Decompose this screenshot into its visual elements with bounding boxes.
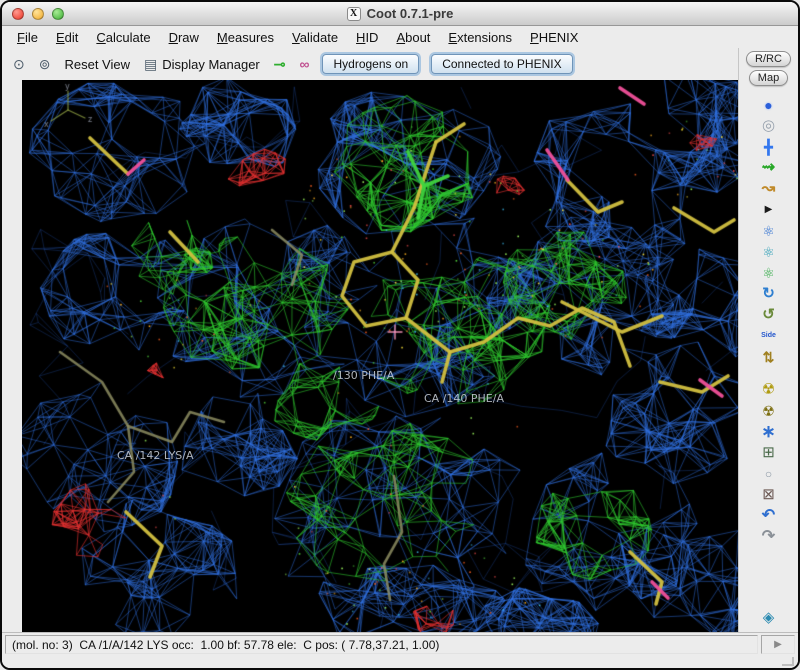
window-controls [12, 8, 64, 20]
torsion-general-icon[interactable]: ↺ [754, 304, 784, 325]
hydrogens-toggle-button[interactable]: Hydrogens on [322, 54, 419, 74]
canvas-row: /130 PHE/A CA /140 PHE/A CA /142 LYS/A [2, 80, 738, 632]
status-expander-button[interactable]: ▶ [761, 635, 795, 654]
menu-item-extensions[interactable]: Extensions [439, 28, 521, 47]
atom-label-phe130: /130 PHE/A [333, 369, 394, 382]
real-space-refine-icon[interactable]: ⇝ [754, 157, 784, 178]
display-manager-label: Display Manager [162, 57, 260, 72]
screenshot-icon: ◈ [763, 610, 775, 625]
menu-item-validate[interactable]: Validate [283, 28, 347, 47]
pointer-icon[interactable]: ▶ [754, 199, 784, 220]
coot-window: X Coot 0.7.1-pre File Edit Calculate Dra… [0, 0, 800, 670]
add-atom-icon[interactable]: ⊞ [754, 442, 784, 463]
add-alt-conf-icon[interactable]: ∗ [754, 421, 784, 442]
ligand-button[interactable]: ∞ [293, 54, 317, 74]
menu-item-phenix[interactable]: PHENIX [521, 28, 587, 47]
connected-to-phenix-button[interactable]: Connected to PHENIX [431, 54, 572, 74]
mutate-icon[interactable]: ☢ [754, 379, 784, 400]
undo-icon[interactable]: ↶ [754, 505, 784, 526]
content-area: ⊙ ⊚ Reset View ▤ Display Manager ⊸ ∞ Hyd… [2, 48, 798, 632]
zoom-button[interactable] [52, 8, 64, 20]
left-gutter [2, 80, 22, 632]
go-to-atom-icon: ⊸ [274, 57, 286, 71]
delete-item-icon[interactable]: ⊠ [754, 484, 784, 505]
menu-item-about[interactable]: About [387, 28, 439, 47]
map-button[interactable]: Map [749, 70, 788, 86]
reset-view-label: Reset View [64, 57, 130, 72]
modelling-toolbar: ● ◎ ╋ ⇝ ↝ ▶ ⚛ ⚛ [739, 94, 798, 632]
menu-item-file[interactable]: File [8, 28, 47, 47]
rrc-button[interactable]: R/RC [746, 51, 791, 67]
auto-fit-rotamer-icon[interactable]: ⚛ [754, 241, 784, 262]
expander-icon: ▶ [774, 639, 782, 650]
right-panel: R/RC Map ● ◎ ╋ ⇝ ↝ ▶ [738, 48, 798, 632]
close-button[interactable] [12, 8, 24, 20]
go-to-atom-button[interactable]: ⊸ [267, 54, 293, 74]
flip-peptide-icon[interactable]: ⇅ [754, 346, 784, 367]
main-toolbar: ⊙ ⊚ Reset View ▤ Display Manager ⊸ ∞ Hyd… [2, 48, 738, 80]
bottom-strip [2, 656, 798, 668]
rotamers-icon[interactable]: ⚛ [754, 262, 784, 283]
ligand-icon: ∞ [300, 57, 310, 71]
menu-item-hid[interactable]: HID [347, 28, 387, 47]
edit-chi-angles-icon[interactable]: ↻ [754, 283, 784, 304]
modelling-icons-main: ● ◎ ╋ ⇝ ↝ ▶ ⚛ ⚛ [754, 94, 784, 367]
reset-view-button[interactable]: Reset View [57, 54, 137, 75]
rotate-translate-icon[interactable]: ⚛ [754, 220, 784, 241]
atom-label-phe140: CA /140 PHE/A [424, 392, 504, 405]
menu-item-draw[interactable]: Draw [160, 28, 208, 47]
display-manager-icon: ▤ [144, 57, 157, 71]
redo-icon[interactable]: ↷ [754, 526, 784, 547]
window-title-area: X Coot 0.7.1-pre [2, 6, 798, 21]
wire-globe-icon[interactable]: ◎ [754, 115, 784, 136]
map-sphere-icon[interactable]: ● [754, 94, 784, 115]
gl-canvas[interactable] [22, 80, 738, 632]
window-title: Coot 0.7.1-pre [367, 6, 454, 21]
regularize-zone-icon[interactable]: ↝ [754, 178, 784, 199]
move-axes-icon[interactable]: ╋ [754, 136, 784, 157]
circled-dot-icon: ⊙ [13, 57, 25, 71]
simple-mutate-icon[interactable]: ☢ [754, 400, 784, 421]
menu-item-calculate[interactable]: Calculate [87, 28, 159, 47]
resize-grip[interactable] [782, 657, 794, 666]
find-waters-icon[interactable]: ○ [754, 463, 784, 484]
circled-dot-icon-button[interactable]: ⊙ [6, 54, 32, 74]
title-bar[interactable]: X Coot 0.7.1-pre [2, 2, 798, 26]
status-text: (mol. no: 3) CA /1/A/142 LYS occ: 1.00 b… [5, 635, 758, 654]
display-manager-button[interactable]: ▤ Display Manager [137, 54, 267, 75]
menu-bar: File Edit Calculate Draw Measures Valida… [2, 26, 798, 48]
modelling-icons-edit: ☢ ☢ ∗ ⊞ ○ ⊠ ↶ ↷ [754, 379, 784, 547]
circled-ring-icon: ⊚ [39, 57, 51, 71]
status-bar: (mol. no: 3) CA /1/A/142 LYS occ: 1.00 b… [2, 632, 798, 656]
atom-label-lys142: CA /142 LYS/A [117, 449, 194, 462]
x11-icon: X [347, 7, 361, 21]
gl-viewport: /130 PHE/A CA /140 PHE/A CA /142 LYS/A [22, 80, 738, 632]
menu-item-measures[interactable]: Measures [208, 28, 283, 47]
minimize-button[interactable] [32, 8, 44, 20]
main-column: ⊙ ⊚ Reset View ▤ Display Manager ⊸ ∞ Hyd… [2, 48, 738, 632]
screenshot-icon-button[interactable]: ◈ [754, 607, 784, 628]
circled-ring-icon-button[interactable]: ⊚ [32, 54, 58, 74]
menu-item-edit[interactable]: Edit [47, 28, 87, 47]
side-chain-flip-icon[interactable]: Side [754, 325, 784, 346]
